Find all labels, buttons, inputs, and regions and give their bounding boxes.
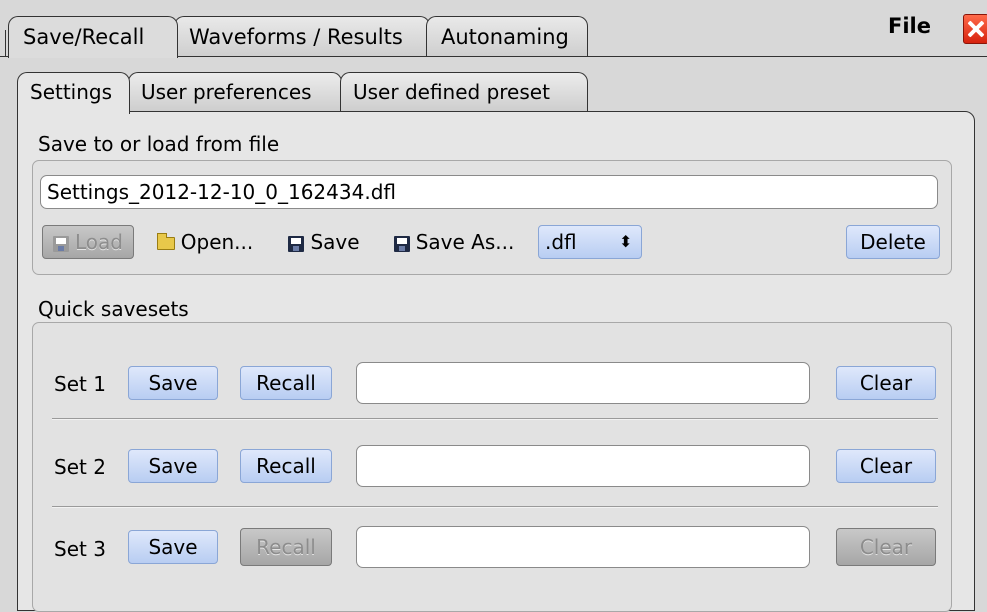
set-3-recall-button[interactable]: Recall [240, 528, 332, 566]
set-2-save-button[interactable]: Save [128, 449, 218, 483]
delete-button[interactable]: Delete [846, 225, 940, 259]
save-as-button[interactable]: Save As... [376, 225, 532, 259]
updown-arrows-icon: ⬍ [619, 232, 633, 251]
window-title: File [888, 14, 931, 38]
extension-value: .dfl [545, 230, 577, 254]
set-divider [52, 506, 938, 508]
tab-border-left [5, 30, 6, 56]
set-1-label: Set 1 [54, 372, 106, 396]
set-2-name-field[interactable] [356, 445, 810, 487]
save-label: Save [310, 230, 360, 254]
load-button[interactable]: Load [42, 225, 134, 259]
set-3-name-field[interactable] [356, 526, 810, 568]
set-3-save-button[interactable]: Save [128, 530, 218, 564]
tab-autonaming[interactable]: Autonaming [426, 16, 588, 56]
floppy-icon [288, 235, 305, 252]
set-3-label: Set 3 [54, 537, 106, 561]
set-2-clear-button[interactable]: Clear [836, 449, 936, 483]
load-icon [53, 235, 69, 252]
tab-user-preferences[interactable]: User preferences [128, 72, 342, 112]
set-2-label: Set 2 [54, 455, 106, 479]
set-2-recall-button[interactable]: Recall [240, 449, 332, 483]
filename-input[interactable]: Settings_2012-12-10_0_162434.dfl [40, 175, 938, 209]
set-1-save-button[interactable]: Save [128, 366, 218, 400]
save-button[interactable]: Save [274, 225, 374, 259]
quick-group-title: Quick savesets [38, 297, 189, 321]
tab-user-defined-preset[interactable]: User defined preset [340, 72, 588, 112]
folder-icon [156, 233, 175, 250]
floppy-icon [393, 235, 410, 252]
set-1-recall-button[interactable]: Recall [240, 366, 332, 400]
file-group-title: Save to or load from file [38, 132, 280, 156]
open-button[interactable]: Open... [140, 225, 270, 259]
set-3-clear-button[interactable]: Clear [836, 528, 936, 566]
tab-waveforms-results[interactable]: Waveforms / Results [174, 16, 430, 56]
set-1-name-field[interactable] [356, 362, 810, 404]
close-icon[interactable] [963, 14, 987, 44]
save-as-label: Save As... [415, 230, 515, 254]
set-1-clear-button[interactable]: Clear [836, 366, 936, 400]
set-divider [52, 418, 938, 420]
extension-select[interactable]: .dfl ⬍ [538, 225, 642, 259]
open-label: Open... [180, 230, 254, 254]
load-label: Load [75, 230, 123, 254]
tab-save-recall[interactable]: Save/Recall [8, 16, 178, 58]
tab-settings[interactable]: Settings [17, 72, 130, 114]
